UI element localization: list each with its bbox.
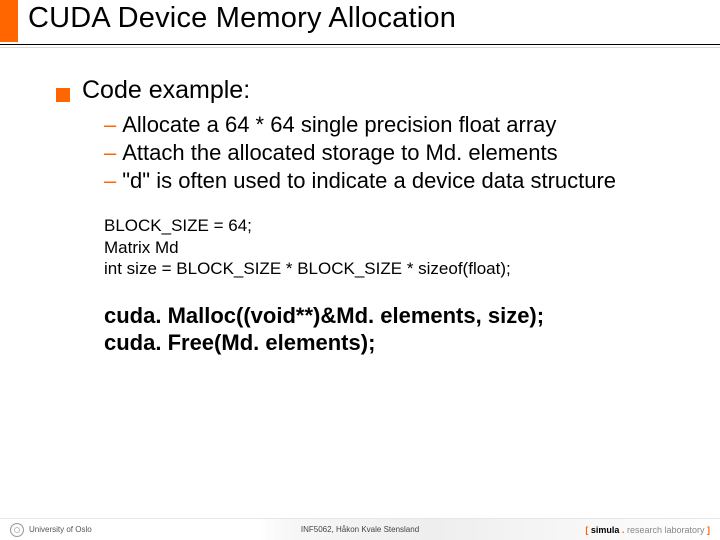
university-seal-icon <box>10 523 24 537</box>
title-underline <box>0 44 720 45</box>
title-accent <box>0 0 18 42</box>
code-block: BLOCK_SIZE = 64; Matrix Md int size = BL… <box>56 215 680 279</box>
footer-left: University of Oslo <box>10 523 92 537</box>
footer-right: [ simula . research laboratory ] <box>585 525 710 535</box>
footer-center: INF5062, Håkon Kvale Stensland <box>301 525 419 534</box>
list-item-text: Attach the allocated storage to Md. elem… <box>122 139 680 167</box>
simula-text: simula <box>591 525 620 535</box>
footer-affiliation: University of Oslo <box>29 525 92 534</box>
code-line: Matrix Md <box>104 237 680 258</box>
dot-icon: . <box>619 525 627 535</box>
bullet-heading: Code example: <box>82 76 250 105</box>
lab-text: research laboratory <box>627 525 705 535</box>
code-line: BLOCK_SIZE = 64; <box>104 215 680 236</box>
sub-bullet-list: – Allocate a 64 * 64 single precision fl… <box>56 111 680 195</box>
api-call-line: cuda. Free(Md. elements); <box>104 330 680 357</box>
dash-icon: – <box>104 111 116 139</box>
footer: University of Oslo INF5062, Håkon Kvale … <box>0 518 720 540</box>
dash-icon: – <box>104 167 116 195</box>
list-item-text: "d" is often used to indicate a device d… <box>122 167 680 195</box>
code-line: int size = BLOCK_SIZE * BLOCK_SIZE * siz… <box>104 258 680 279</box>
slide-title: CUDA Device Memory Allocation <box>18 0 456 35</box>
list-item-text: Allocate a 64 * 64 single precision floa… <box>122 111 680 139</box>
bracket-close-icon: ] <box>705 525 711 535</box>
bullet-heading-row: Code example: <box>56 76 680 105</box>
list-item: – Allocate a 64 * 64 single precision fl… <box>104 111 680 139</box>
api-call-line: cuda. Malloc((void**)&Md. elements, size… <box>104 303 680 330</box>
list-item: – Attach the allocated storage to Md. el… <box>104 139 680 167</box>
square-bullet-icon <box>56 88 70 102</box>
api-call-block: cuda. Malloc((void**)&Md. elements, size… <box>56 303 680 357</box>
dash-icon: – <box>104 139 116 167</box>
content-area: Code example: – Allocate a 64 * 64 singl… <box>0 48 720 357</box>
title-bar: CUDA Device Memory Allocation <box>0 0 720 42</box>
list-item: – "d" is often used to indicate a device… <box>104 167 680 195</box>
